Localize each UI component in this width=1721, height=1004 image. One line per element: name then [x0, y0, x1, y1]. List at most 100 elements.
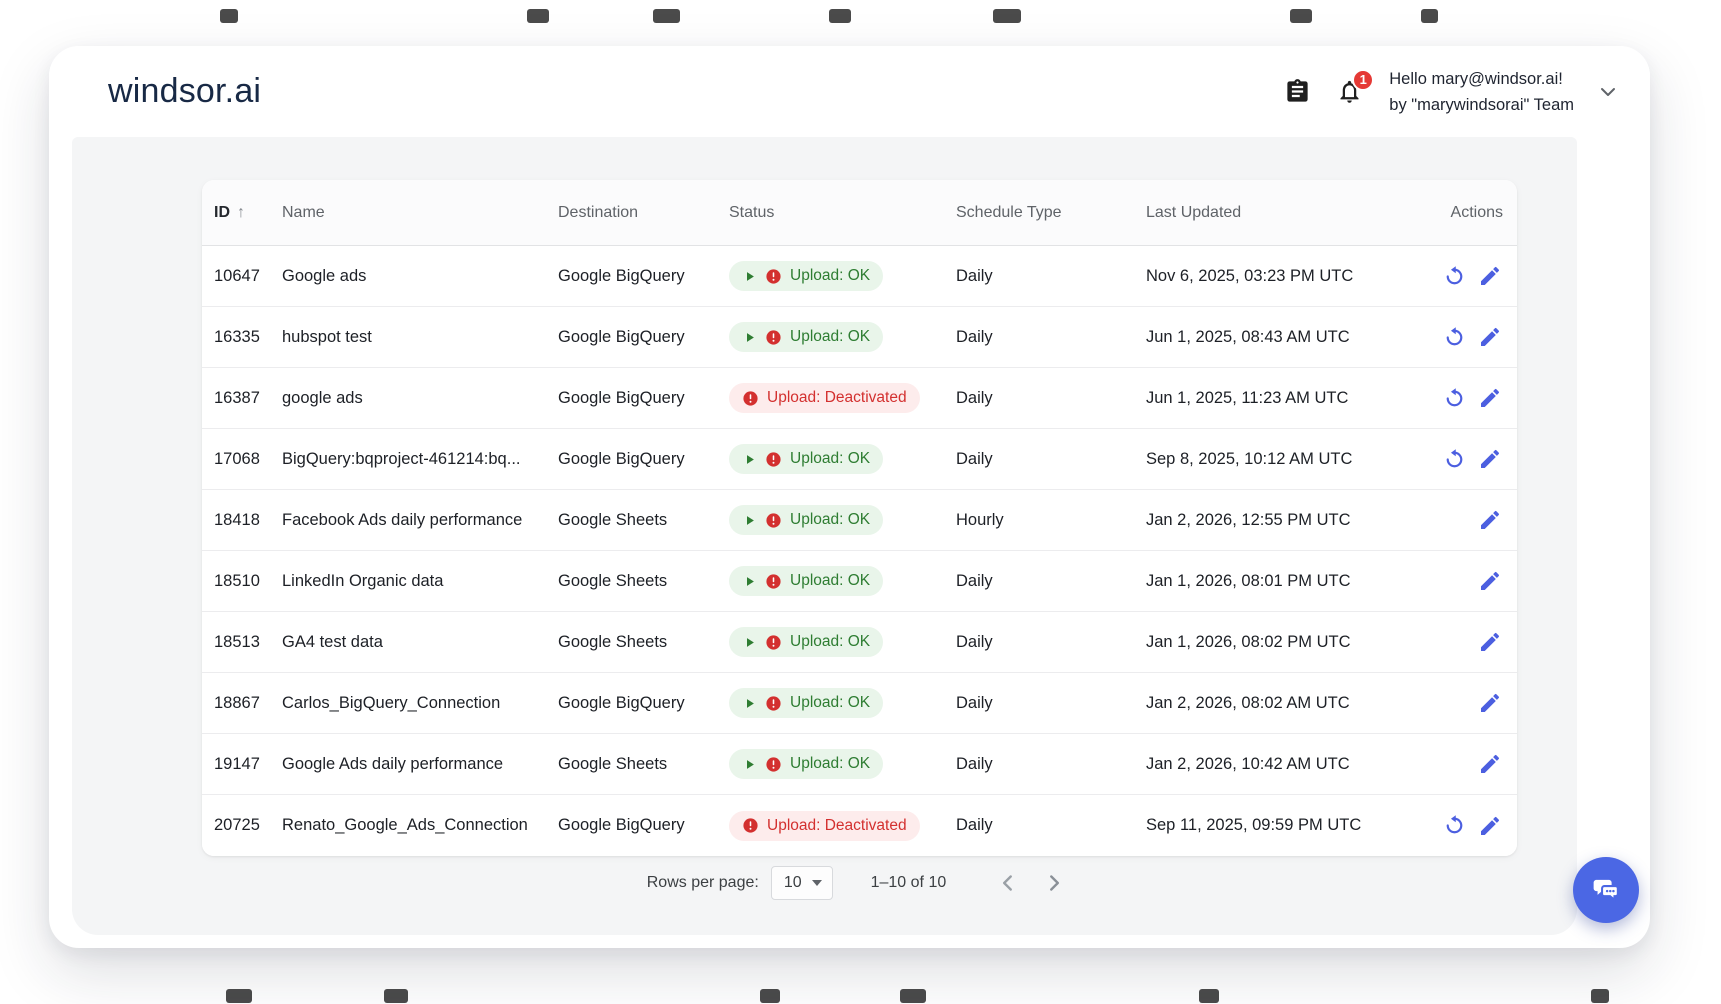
status-label: Upload: OK [790, 633, 870, 651]
edit-button[interactable] [1477, 690, 1503, 716]
status-badge: Upload: OK [729, 444, 883, 474]
edit-button[interactable] [1477, 324, 1503, 350]
cell-destination: Google BigQuery [558, 694, 729, 713]
edit-pencil-icon [1478, 752, 1502, 776]
cell-schedule: Daily [956, 755, 1146, 774]
background-artifact [527, 9, 549, 23]
column-header-status[interactable]: Status [729, 204, 956, 222]
clipboard-button[interactable] [1275, 70, 1319, 114]
chat-bubbles-icon [1588, 872, 1624, 908]
cell-destination: Google BigQuery [558, 389, 729, 408]
notification-count-badge: 1 [1352, 69, 1374, 91]
column-header-id[interactable]: ID ↑ [202, 204, 282, 222]
edit-pencil-icon [1478, 386, 1502, 410]
connections-table: ID ↑ Name Destination Status Schedule Ty… [202, 180, 1517, 856]
refresh-button[interactable] [1441, 324, 1467, 350]
cell-id: 18867 [202, 694, 282, 713]
background-artifact [226, 989, 252, 1003]
cell-id: 18418 [202, 511, 282, 530]
cell-schedule: Daily [956, 450, 1146, 469]
column-header-actions: Actions [1436, 204, 1517, 222]
cell-id: 16387 [202, 389, 282, 408]
refresh-button[interactable] [1441, 446, 1467, 472]
column-header-last-updated[interactable]: Last Updated [1146, 204, 1436, 222]
exclamation-circle-icon [765, 695, 782, 712]
background-artifact [993, 9, 1021, 23]
status-badge: Upload: OK [729, 261, 883, 291]
app-header: windsor.ai 1 Hello mary@windsor.ai! by "… [49, 46, 1650, 137]
edit-pencil-icon [1478, 508, 1502, 532]
exclamation-circle-icon [742, 817, 759, 834]
refresh-icon [1442, 447, 1467, 472]
exclamation-circle-icon [765, 512, 782, 529]
refresh-button[interactable] [1441, 385, 1467, 411]
refresh-button[interactable] [1441, 813, 1467, 839]
background-artifact [1199, 989, 1219, 1003]
table-row: 18513 GA4 test data Google Sheets Upload… [202, 612, 1517, 673]
cell-last-updated: Sep 11, 2025, 09:59 PM UTC [1146, 816, 1436, 835]
cell-last-updated: Jun 1, 2025, 08:43 AM UTC [1146, 328, 1436, 347]
refresh-button[interactable] [1441, 263, 1467, 289]
cell-schedule: Daily [956, 816, 1146, 835]
notifications-button[interactable]: 1 [1327, 70, 1371, 114]
edit-pencil-icon [1478, 630, 1502, 654]
next-page-button[interactable] [1036, 865, 1072, 901]
cell-schedule: Hourly [956, 511, 1146, 530]
column-header-name[interactable]: Name [282, 204, 558, 222]
clipboard-icon [1284, 78, 1311, 105]
background-artifact [1421, 9, 1438, 23]
column-header-destination[interactable]: Destination [558, 204, 729, 222]
cell-destination: Google Sheets [558, 633, 729, 652]
background-artifact [760, 989, 780, 1003]
cell-destination: Google Sheets [558, 572, 729, 591]
cell-destination: Google Sheets [558, 755, 729, 774]
background-artifact [653, 9, 680, 23]
brand-logo: windsor.ai [108, 72, 261, 111]
refresh-icon [1442, 813, 1467, 838]
cell-last-updated: Jan 1, 2026, 08:02 PM UTC [1146, 633, 1436, 652]
edit-pencil-icon [1478, 569, 1502, 593]
background-artifact [1290, 9, 1312, 23]
exclamation-circle-icon [765, 451, 782, 468]
rows-per-page-select[interactable]: 10 [771, 866, 833, 900]
cell-name: Google ads [282, 267, 558, 286]
chevron-right-icon [1041, 870, 1067, 896]
edit-button[interactable] [1477, 507, 1503, 533]
cell-last-updated: Jun 1, 2025, 11:23 AM UTC [1146, 389, 1436, 408]
chat-fab-button[interactable] [1573, 857, 1639, 923]
account-menu[interactable]: Hello mary@windsor.ai! by "marywindsorai… [1389, 66, 1620, 118]
cell-name: BigQuery:bqproject-461214:bq... [282, 450, 558, 469]
cell-last-updated: Sep 8, 2025, 10:12 AM UTC [1146, 450, 1436, 469]
header-actions: 1 Hello mary@windsor.ai! by "marywindsor… [1275, 66, 1620, 118]
greeting-line-1: Hello mary@windsor.ai! [1389, 66, 1574, 92]
edit-button[interactable] [1477, 629, 1503, 655]
edit-button[interactable] [1477, 446, 1503, 472]
cell-last-updated: Jan 2, 2026, 08:02 AM UTC [1146, 694, 1436, 713]
status-badge: Upload: OK [729, 749, 883, 779]
rows-per-page-value: 10 [784, 874, 802, 892]
edit-button[interactable] [1477, 751, 1503, 777]
column-header-schedule-type[interactable]: Schedule Type [956, 204, 1146, 222]
status-label: Upload: Deactivated [767, 817, 907, 835]
edit-button[interactable] [1477, 568, 1503, 594]
cell-schedule: Daily [956, 633, 1146, 652]
cell-id: 18513 [202, 633, 282, 652]
status-badge: Upload: OK [729, 688, 883, 718]
status-label: Upload: Deactivated [767, 389, 907, 407]
edit-pencil-icon [1478, 814, 1502, 838]
status-label: Upload: OK [790, 572, 870, 590]
cell-schedule: Daily [956, 267, 1146, 286]
cell-name: GA4 test data [282, 633, 558, 652]
previous-page-button[interactable] [990, 865, 1026, 901]
cell-schedule: Daily [956, 694, 1146, 713]
cell-schedule: Daily [956, 572, 1146, 591]
background-artifact [829, 9, 851, 23]
cell-destination: Google BigQuery [558, 328, 729, 347]
edit-button[interactable] [1477, 813, 1503, 839]
edit-pencil-icon [1478, 325, 1502, 349]
edit-button[interactable] [1477, 385, 1503, 411]
status-label: Upload: OK [790, 511, 870, 529]
edit-button[interactable] [1477, 263, 1503, 289]
play-icon [742, 269, 757, 284]
cell-last-updated: Jan 2, 2026, 12:55 PM UTC [1146, 511, 1436, 530]
